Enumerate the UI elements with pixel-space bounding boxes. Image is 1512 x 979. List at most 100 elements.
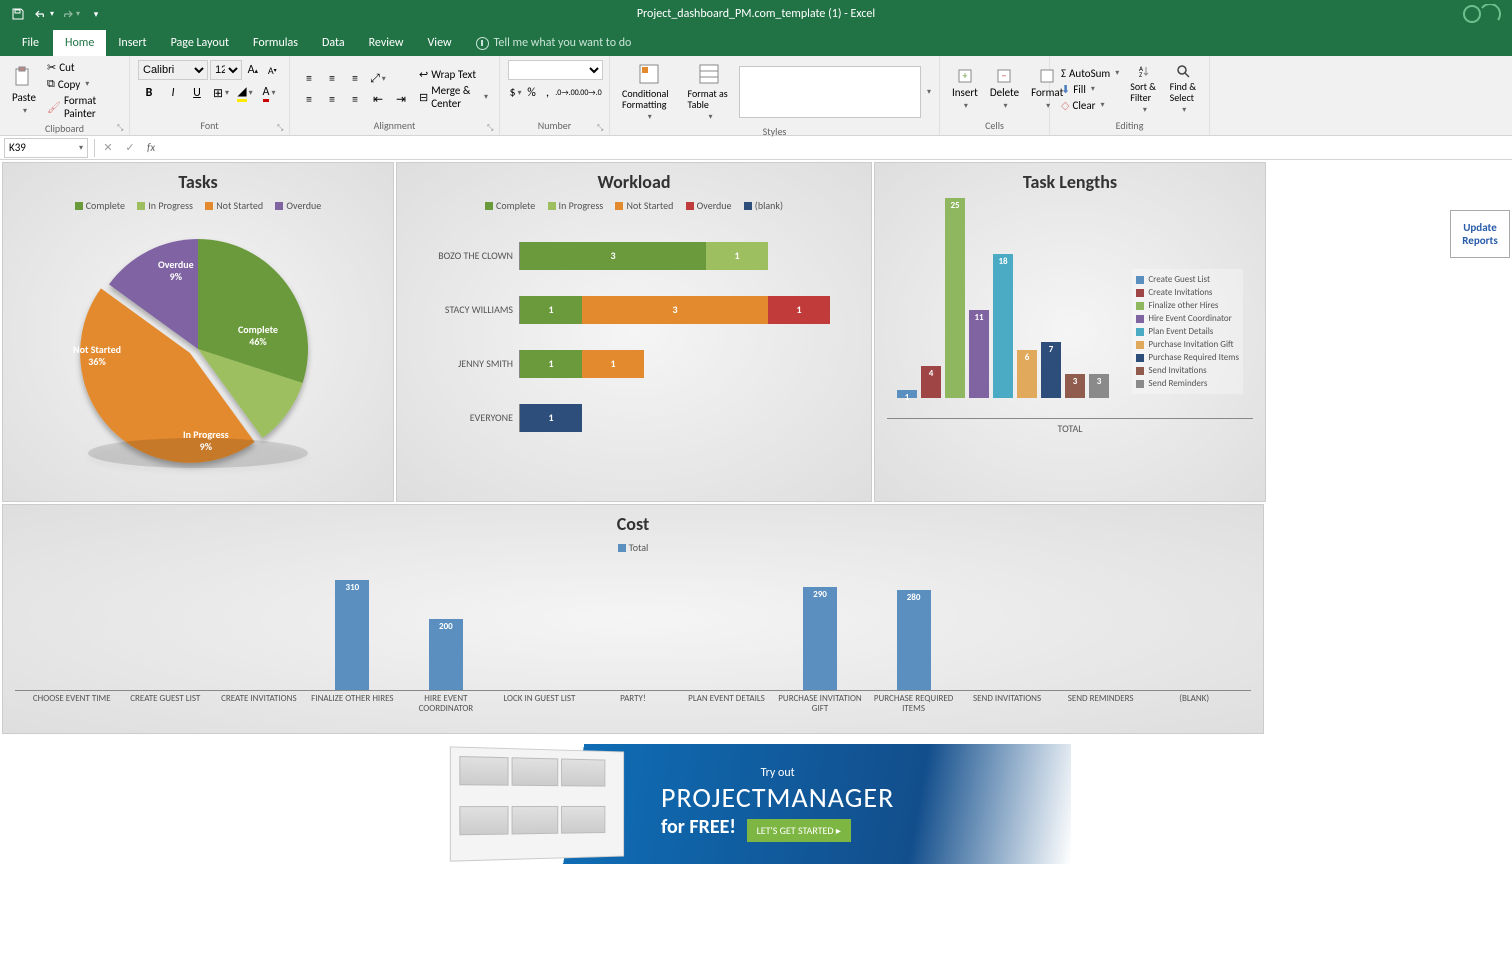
ribbon: Paste▾ ✂Cut ⧉Copy▾ 🖌Format Painter Clipb… — [0, 56, 1512, 136]
tab-file[interactable]: File — [8, 30, 53, 56]
clear-button[interactable]: ◇Clear▾ — [1058, 98, 1122, 113]
name-box[interactable]: K39▾ — [4, 138, 88, 158]
update-reports-button[interactable]: Update Reports — [1450, 210, 1510, 258]
tab-insert[interactable]: Insert — [106, 30, 158, 56]
scissors-icon: ✂ — [47, 61, 56, 74]
tab-data[interactable]: Data — [310, 30, 357, 56]
group-label: Alignment — [298, 118, 491, 133]
copy-button[interactable]: ⧉Copy▾ — [44, 76, 121, 92]
paste-button[interactable]: Paste▾ — [8, 63, 40, 118]
banner-dashboard-mock — [450, 746, 624, 861]
fx-icon[interactable]: fx — [141, 141, 161, 154]
merge-icon: ⊟ — [419, 91, 428, 104]
comma-button[interactable]: , — [540, 83, 555, 103]
save-icon[interactable] — [8, 4, 28, 24]
promo-banner[interactable]: Try out PROJECTMANAGER for FREE! LET'S G… — [441, 744, 1071, 864]
svg-text:−: − — [1002, 69, 1007, 82]
bucket-icon: ◢ — [237, 84, 246, 102]
font-name-select[interactable]: Calibri — [138, 60, 208, 80]
formula-input[interactable] — [161, 138, 1512, 158]
workload-chart: BOZO THE CLOWN31STACY WILLIAMS131JENNY S… — [409, 219, 859, 455]
pie-chart: Complete46% In Progress9% Not Started36%… — [48, 219, 348, 479]
number-format-select[interactable] — [508, 60, 603, 80]
banner-text: Try out PROJECTMANAGER for FREE! LET'S G… — [661, 766, 894, 842]
launcher-icon[interactable]: ⤡ — [597, 123, 607, 133]
launcher-icon[interactable]: ⤡ — [117, 123, 127, 133]
eraser-icon: ◇ — [1061, 99, 1069, 112]
tab-page-layout[interactable]: Page Layout — [159, 30, 241, 56]
shrink-font-button[interactable]: A▾ — [264, 60, 281, 80]
cell-styles-gallery[interactable] — [739, 66, 921, 118]
dashboard-area: Update Reports Tasks Complete In Progres… — [0, 160, 1512, 920]
chart-legend: Complete In Progress Not Started Overdue… — [409, 199, 859, 213]
align-right-button[interactable]: ≡ — [344, 90, 366, 110]
orientation-button[interactable]: ⤢▾ — [367, 69, 389, 89]
find-select-button[interactable]: Find & Select▾ — [1166, 61, 1201, 117]
align-center-button[interactable]: ≡ — [321, 90, 343, 110]
help-icon[interactable] — [1462, 4, 1502, 28]
align-top-button[interactable]: ≡ — [298, 69, 320, 89]
chart-legend: Total — [15, 541, 1251, 555]
font-color-button[interactable]: A▾ — [258, 83, 280, 103]
increase-decimal-button[interactable]: .0→.00 — [556, 83, 578, 103]
percent-button[interactable]: % — [524, 83, 539, 103]
fill-down-icon: ⬇ — [1061, 83, 1070, 96]
ribbon-tabs: File Home Insert Page Layout Formulas Da… — [0, 28, 1512, 56]
cost-chart: 310200290280 — [15, 561, 1251, 691]
group-label: Styles — [618, 124, 931, 139]
format-painter-button[interactable]: 🖌Format Painter — [44, 93, 121, 121]
cost-x-labels: CHOOSE EVENT TIMECREATE GUEST LISTCREATE… — [15, 691, 1251, 719]
decrease-decimal-button[interactable]: .00→.0 — [579, 83, 601, 103]
cancel-formula-icon[interactable]: ✕ — [97, 138, 119, 158]
chart-legend: Create Guest ListCreate InvitationsFinal… — [1132, 269, 1243, 394]
banner-cta-button[interactable]: LET'S GET STARTED ▸ — [747, 819, 851, 842]
lightbulb-icon — [476, 37, 489, 50]
conditional-formatting-button[interactable]: Conditional Formatting▾ — [618, 60, 679, 124]
autosum-button[interactable]: ΣAutoSum▾ — [1058, 66, 1122, 81]
tab-formulas[interactable]: Formulas — [241, 30, 310, 56]
tab-review[interactable]: Review — [357, 30, 416, 56]
increase-indent-button[interactable]: ⇥ — [390, 90, 412, 110]
grow-font-button[interactable]: A▴ — [244, 60, 261, 80]
copy-icon: ⧉ — [47, 77, 55, 91]
launcher-icon[interactable]: ⤡ — [487, 123, 497, 133]
qat-customize-icon[interactable]: ▾ — [86, 4, 106, 24]
decrease-indent-button[interactable]: ⇤ — [367, 90, 389, 110]
format-as-table-button[interactable]: Format as Table▾ — [683, 60, 735, 124]
wrap-icon: ↩ — [419, 68, 428, 81]
insert-cells-button[interactable]: +Insert▾ — [948, 66, 982, 113]
gallery-expand-icon[interactable]: ▾ — [927, 87, 931, 97]
tab-view[interactable]: View — [416, 30, 464, 56]
align-bottom-button[interactable]: ≡ — [344, 69, 366, 89]
accounting-button[interactable]: $▾ — [508, 83, 523, 103]
sort-filter-button[interactable]: AZ Sort & Filter▾ — [1126, 61, 1161, 117]
quick-access-toolbar: ▾ ▾ ▾ — [0, 4, 106, 24]
border-button[interactable]: ⊞▾ — [210, 83, 232, 103]
tell-me-search[interactable]: Tell me what you want to do — [464, 30, 644, 56]
redo-icon[interactable]: ▾ — [60, 4, 80, 24]
group-label: Editing — [1058, 118, 1201, 133]
italic-button[interactable]: I — [162, 83, 184, 103]
wrap-text-button[interactable]: ↩Wrap Text — [416, 67, 491, 82]
svg-text:+: + — [962, 69, 967, 82]
undo-icon[interactable]: ▾ — [34, 4, 54, 24]
tell-me-label: Tell me what you want to do — [494, 36, 632, 50]
align-left-button[interactable]: ≡ — [298, 90, 320, 110]
bold-button[interactable]: B — [138, 83, 160, 103]
task-lengths-panel: Task Lengths 142511186733 TOTAL Create G… — [874, 162, 1266, 502]
font-size-select[interactable]: 12 — [210, 60, 242, 80]
underline-button[interactable]: U — [186, 83, 208, 103]
fill-color-button[interactable]: ◢▾ — [234, 83, 256, 103]
fill-button[interactable]: ⬇Fill▾ — [1058, 82, 1122, 97]
chart-title: Workload — [409, 171, 859, 193]
cut-button[interactable]: ✂Cut — [44, 60, 121, 75]
enter-formula-icon[interactable]: ✓ — [119, 138, 141, 158]
align-middle-button[interactable]: ≡ — [321, 69, 343, 89]
delete-cells-button[interactable]: −Delete▾ — [986, 66, 1023, 113]
tab-home[interactable]: Home — [53, 30, 106, 56]
workload-panel: Workload Complete In Progress Not Starte… — [396, 162, 872, 502]
window-title: Project_dashboard_PM.com_template (1) - … — [637, 7, 875, 21]
merge-center-button[interactable]: ⊟Merge & Center▾ — [416, 83, 491, 111]
chart-legend: Complete In Progress Not Started Overdue — [15, 199, 381, 213]
launcher-icon[interactable]: ⤡ — [277, 123, 287, 133]
